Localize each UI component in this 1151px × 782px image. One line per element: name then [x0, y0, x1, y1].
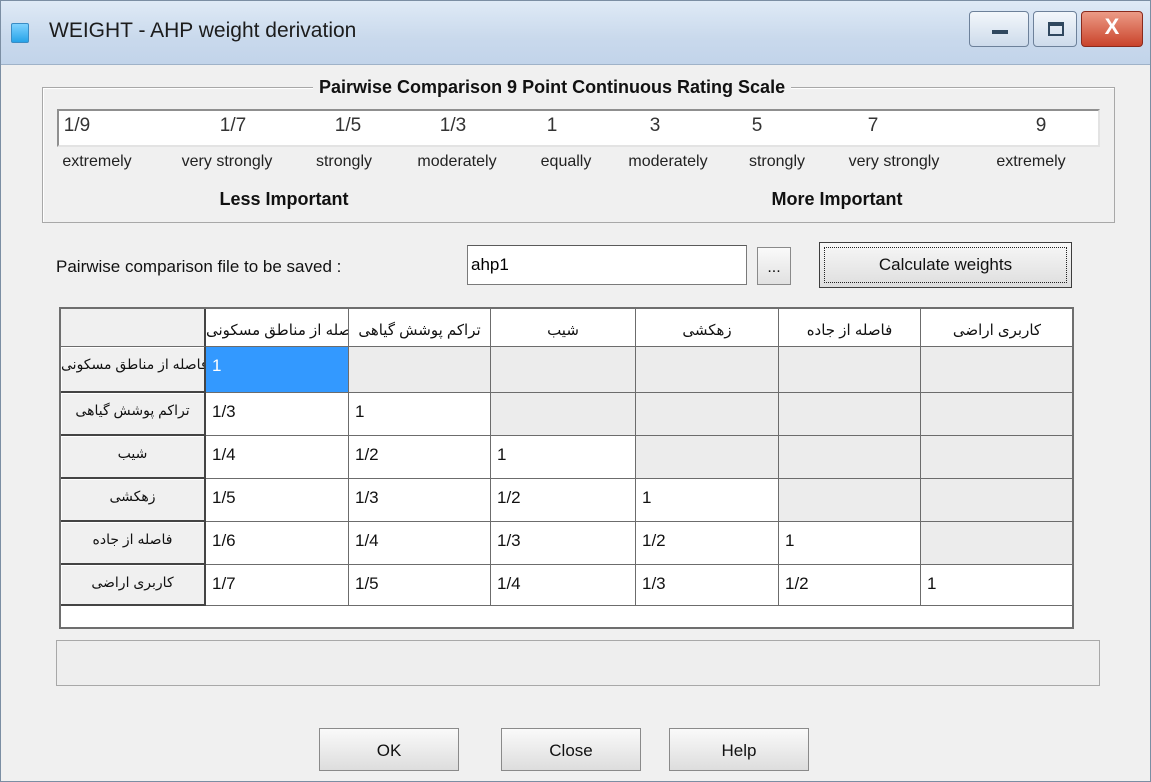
- matrix-cell[interactable]: 1/2: [349, 436, 491, 479]
- file-label: Pairwise comparison file to be saved :: [56, 257, 342, 276]
- row-header[interactable]: فاصله از مناطق مسکونی: [61, 347, 206, 393]
- matrix-cell[interactable]: 1/3: [636, 565, 779, 606]
- row-header[interactable]: تراکم پوشش گیاهی: [61, 393, 206, 436]
- window-title: WEIGHT - AHP weight derivation: [49, 19, 357, 42]
- matrix-cell[interactable]: 1: [779, 522, 921, 565]
- matrix-cell[interactable]: [491, 347, 636, 393]
- close-window-button[interactable]: X: [1081, 11, 1143, 47]
- row-header[interactable]: کاربری اراضی: [61, 565, 206, 606]
- matrix-cell[interactable]: 1/5: [349, 565, 491, 606]
- rating-scale-strip: [57, 109, 1100, 147]
- scale-descriptor: very strongly: [848, 153, 940, 170]
- status-bar: [56, 640, 1100, 686]
- matrix-cell[interactable]: [491, 393, 636, 436]
- matrix-cell[interactable]: 1/7: [206, 565, 349, 606]
- matrix-cell[interactable]: [779, 436, 921, 479]
- row-header[interactable]: زهکشی: [61, 479, 206, 522]
- file-name-input[interactable]: [467, 245, 747, 285]
- less-important-label: Less Important: [219, 189, 349, 209]
- matrix-cell[interactable]: 1: [491, 436, 636, 479]
- scale-descriptor: very strongly: [181, 153, 273, 170]
- row-header[interactable]: فاصله از جاده: [61, 522, 206, 565]
- matrix-cell[interactable]: 1/2: [636, 522, 779, 565]
- scale-value: 1/9: [63, 115, 91, 136]
- column-header[interactable]: شیب: [491, 309, 636, 347]
- matrix-cell[interactable]: [779, 347, 921, 393]
- row-header[interactable]: شیب: [61, 436, 206, 479]
- scale-value: 1/5: [334, 115, 362, 136]
- column-header[interactable]: کاربری اراضی: [921, 309, 1072, 347]
- scale-descriptor: strongly: [315, 153, 373, 170]
- matrix-cell[interactable]: 1/3: [491, 522, 636, 565]
- matrix-cell[interactable]: 1/3: [349, 479, 491, 522]
- minimize-icon: [992, 30, 1008, 34]
- grid-corner: [61, 309, 206, 347]
- matrix-cell[interactable]: [921, 479, 1072, 522]
- title-bar[interactable]: WEIGHT - AHP weight derivation X: [1, 1, 1150, 65]
- scale-descriptor: moderately: [417, 153, 497, 170]
- scale-descriptor: extremely: [62, 153, 132, 170]
- scale-descriptor: equally: [540, 153, 592, 170]
- scale-descriptor: extremely: [996, 153, 1066, 170]
- ok-button[interactable]: OK: [319, 728, 459, 771]
- calculate-weights-button[interactable]: Calculate weights: [819, 242, 1072, 288]
- browse-button[interactable]: ...: [757, 247, 791, 285]
- matrix-cell[interactable]: [349, 347, 491, 393]
- minimize-button[interactable]: [969, 11, 1029, 47]
- matrix-cell[interactable]: 1/3: [206, 393, 349, 436]
- matrix-cell[interactable]: 1: [636, 479, 779, 522]
- close-icon: X: [1104, 14, 1120, 39]
- matrix-cell[interactable]: [921, 393, 1072, 436]
- matrix-cell[interactable]: 1/4: [491, 565, 636, 606]
- scale-value: 9: [1035, 115, 1047, 136]
- more-important-label: More Important: [771, 189, 903, 209]
- matrix-cell[interactable]: 1: [206, 347, 349, 393]
- matrix-cell[interactable]: [636, 393, 779, 436]
- matrix-cell[interactable]: [921, 436, 1072, 479]
- matrix-cell[interactable]: 1: [349, 393, 491, 436]
- scale-value: 3: [649, 115, 661, 136]
- matrix-cell[interactable]: [921, 522, 1072, 565]
- maximize-icon: [1048, 22, 1064, 36]
- matrix-cell[interactable]: 1/4: [206, 436, 349, 479]
- maximize-button[interactable]: [1033, 11, 1077, 47]
- scale-value: 1: [546, 115, 558, 136]
- matrix-cell[interactable]: 1/6: [206, 522, 349, 565]
- scale-descriptor: strongly: [748, 153, 806, 170]
- column-header[interactable]: فاصله از مناطق مسکونی: [206, 309, 349, 347]
- matrix-cell[interactable]: [636, 347, 779, 393]
- matrix-cell[interactable]: 1/5: [206, 479, 349, 522]
- matrix-cell[interactable]: 1/2: [779, 565, 921, 606]
- matrix-cell[interactable]: 1/4: [349, 522, 491, 565]
- matrix-cell[interactable]: [779, 479, 921, 522]
- column-header[interactable]: تراکم پوشش گیاهی: [349, 309, 491, 347]
- scale-value: 5: [751, 115, 763, 136]
- scale-value: 7: [867, 115, 879, 136]
- column-header[interactable]: فاصله از جاده: [779, 309, 921, 347]
- scale-value: 1/7: [219, 115, 247, 136]
- rating-scale-title: Pairwise Comparison 9 Point Continuous R…: [313, 77, 792, 98]
- matrix-cell[interactable]: [779, 393, 921, 436]
- column-header[interactable]: زهکشی: [636, 309, 779, 347]
- matrix-cell[interactable]: [636, 436, 779, 479]
- help-button[interactable]: Help: [669, 728, 809, 771]
- scale-descriptor: moderately: [628, 153, 708, 170]
- matrix-cell[interactable]: 1/2: [491, 479, 636, 522]
- app-icon: [11, 23, 29, 43]
- ahp-weight-window: WEIGHT - AHP weight derivation X Pairwis…: [0, 0, 1151, 782]
- scale-value: 1/3: [439, 115, 467, 136]
- matrix-cell[interactable]: 1: [921, 565, 1072, 606]
- close-button[interactable]: Close: [501, 728, 641, 771]
- matrix-cell[interactable]: [921, 347, 1072, 393]
- pairwise-matrix-grid[interactable]: فاصله از مناطق مسکونی تراکم پوشش گیاهی شیب…: [59, 307, 1074, 629]
